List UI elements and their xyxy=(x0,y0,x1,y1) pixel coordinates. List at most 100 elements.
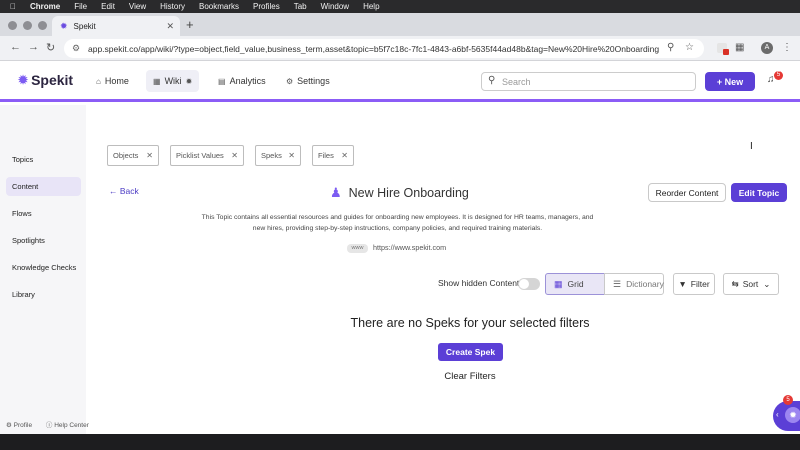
chip-label: Files xyxy=(318,151,334,160)
forward-arrow-icon[interactable]: → xyxy=(28,41,39,53)
extension-icon[interactable] xyxy=(717,43,729,55)
grid-icon: ▦ xyxy=(153,76,161,86)
sidebar-item-spotlights[interactable]: Spotlights xyxy=(6,231,81,250)
menu-file[interactable]: File xyxy=(74,2,87,11)
remove-chip-icon[interactable]: ✕ xyxy=(231,151,238,160)
menu-bookmarks[interactable]: Bookmarks xyxy=(199,2,239,11)
search-icon: ⚲ xyxy=(488,75,496,86)
nav-wiki[interactable]: ▦ Wiki ✹ xyxy=(146,70,199,92)
browser-tab[interactable]: ✹ Spekit ✕ xyxy=(52,16,180,36)
sidebar-item-flows[interactable]: Flows xyxy=(6,204,81,223)
remove-chip-icon[interactable]: ✕ xyxy=(146,151,153,160)
back-link[interactable]: ← Back xyxy=(109,186,139,196)
profile-avatar[interactable]: A xyxy=(761,42,773,54)
browser-toolbar: ← → ↻ ⚙ app.spekit.co/app/wiki/?type=obj… xyxy=(0,36,800,61)
create-spek-button[interactable]: Create Spek xyxy=(438,343,503,361)
site-info-icon[interactable]: ⚙ xyxy=(72,43,80,54)
spekit-widget-icon: ✹ xyxy=(785,407,800,423)
sidebar: Topics Content Flows Spotlights Knowledg… xyxy=(0,105,89,434)
password-key-icon[interactable]: ⚲ xyxy=(667,42,674,53)
sidebar-item-library[interactable]: Library xyxy=(6,285,81,304)
menu-tab[interactable]: Tab xyxy=(294,2,307,11)
filter-funnel-icon: ▼ xyxy=(678,279,687,289)
extensions-puzzle-icon[interactable]: ▦ xyxy=(735,42,744,53)
apple-icon[interactable]:  xyxy=(10,2,16,11)
macos-menubar:  Chrome File Edit View History Bookmark… xyxy=(0,0,800,13)
chevron-down-icon: ⌄ xyxy=(763,278,771,289)
url-bar[interactable]: ⚙ app.spekit.co/app/wiki/?type=object,fi… xyxy=(64,39,704,58)
nav-wiki-label: Wiki xyxy=(164,76,182,86)
sidebar-item-topics[interactable]: Topics xyxy=(6,150,81,169)
close-tab-icon[interactable]: ✕ xyxy=(166,21,174,32)
minimize-window-button[interactable] xyxy=(23,21,32,30)
nav-home-label: Home xyxy=(104,76,129,86)
sort-arrows-icon: ⇆ xyxy=(731,278,739,289)
new-tab-icon[interactable]: + xyxy=(186,17,194,32)
clear-filters-link[interactable]: Clear Filters xyxy=(420,371,520,382)
reorder-content-button[interactable]: Reorder Content xyxy=(648,183,726,202)
edit-topic-button[interactable]: Edit Topic xyxy=(731,183,787,202)
logo-text: Spekit xyxy=(31,72,74,88)
chevron-left-icon: ‹ xyxy=(776,410,779,419)
back-arrow-icon[interactable]: ← xyxy=(10,41,21,53)
search-input[interactable]: ⚲ Search xyxy=(481,72,696,91)
filter-chip-files[interactable]: Files ✕ xyxy=(312,145,354,166)
remove-chip-icon[interactable]: ✕ xyxy=(288,151,295,160)
help-center-link[interactable]: ⓘ Help Center xyxy=(46,422,95,429)
spekit-widget-button[interactable]: ‹ ✹ xyxy=(773,401,800,431)
menubar-app-name[interactable]: Chrome xyxy=(30,2,60,11)
remove-chip-icon[interactable]: ✕ xyxy=(341,151,348,160)
sparkle-icon: ✹ xyxy=(185,76,193,86)
nav-analytics-label: Analytics xyxy=(229,76,266,86)
menu-view[interactable]: View xyxy=(129,2,146,11)
link-badge: www xyxy=(347,244,368,253)
spekit-favicon-icon: ✹ xyxy=(60,20,68,31)
topic-link[interactable]: https://www.spekit.com xyxy=(373,243,446,252)
menu-window[interactable]: Window xyxy=(321,2,349,11)
help-center-label: Help Center xyxy=(54,422,89,429)
text-cursor-icon: I xyxy=(750,141,753,152)
filter-button[interactable]: ▼ Filter xyxy=(673,273,715,295)
menu-edit[interactable]: Edit xyxy=(101,2,115,11)
new-button[interactable]: + New xyxy=(705,72,755,91)
menu-history[interactable]: History xyxy=(160,2,185,11)
menu-help[interactable]: Help xyxy=(363,2,379,11)
filter-chip-picklist-values[interactable]: Picklist Values ✕ xyxy=(170,145,244,166)
dictionary-label: Dictionary xyxy=(626,279,664,289)
sort-button[interactable]: ⇆ Sort ⌄ xyxy=(723,273,779,295)
chip-label: Speks xyxy=(261,151,282,160)
topic-title-text: New Hire Onboarding xyxy=(348,186,469,200)
nav-settings-label: Settings xyxy=(297,76,330,86)
view-dictionary-button[interactable]: ☰ Dictionary xyxy=(604,273,664,295)
window-bottom-edge xyxy=(0,434,800,450)
chip-label: Objects xyxy=(113,151,139,160)
more-menu-icon[interactable]: ⋮ xyxy=(782,42,792,53)
spekit-logo[interactable]: ✹ Spekit xyxy=(18,72,73,88)
nav-home[interactable]: ⌂ Home xyxy=(89,70,136,92)
sidebar-item-content[interactable]: Content xyxy=(6,177,81,196)
nav-settings[interactable]: ⚙ Settings xyxy=(279,70,337,92)
reload-icon[interactable]: ↻ xyxy=(46,41,55,54)
profile-link[interactable]: ⚙ Profile xyxy=(6,422,38,429)
show-hidden-toggle[interactable] xyxy=(518,278,540,290)
zoom-window-button[interactable] xyxy=(38,21,47,30)
filter-chip-objects[interactable]: Objects ✕ xyxy=(107,145,159,166)
tab-title: Spekit xyxy=(73,21,96,31)
close-window-button[interactable] xyxy=(8,21,17,30)
window-controls xyxy=(8,21,47,30)
page-title: ♟ New Hire Onboarding xyxy=(330,185,469,201)
bookmark-star-icon[interactable]: ☆ xyxy=(685,42,694,53)
view-grid-button[interactable]: ▦ Grid xyxy=(545,273,605,295)
profile-label: Profile xyxy=(13,422,33,429)
grid-icon: ▦ xyxy=(554,278,563,289)
app-header: ✹ Spekit ⌂ Home ▦ Wiki ✹ ▤ Analytics ⚙ S… xyxy=(0,61,800,102)
url-text: app.spekit.co/app/wiki/?type=object,fiel… xyxy=(88,43,660,54)
nav-analytics[interactable]: ▤ Analytics xyxy=(211,70,273,92)
gear-icon: ⚙ xyxy=(286,76,294,86)
back-label: Back xyxy=(119,186,139,196)
notification-badge: 5 xyxy=(774,71,783,80)
filter-chip-speks[interactable]: Speks ✕ xyxy=(255,145,301,166)
sidebar-item-knowledge-checks[interactable]: Knowledge Checks xyxy=(6,258,81,277)
menu-profiles[interactable]: Profiles xyxy=(253,2,280,11)
bar-chart-icon: ▤ xyxy=(218,76,226,86)
